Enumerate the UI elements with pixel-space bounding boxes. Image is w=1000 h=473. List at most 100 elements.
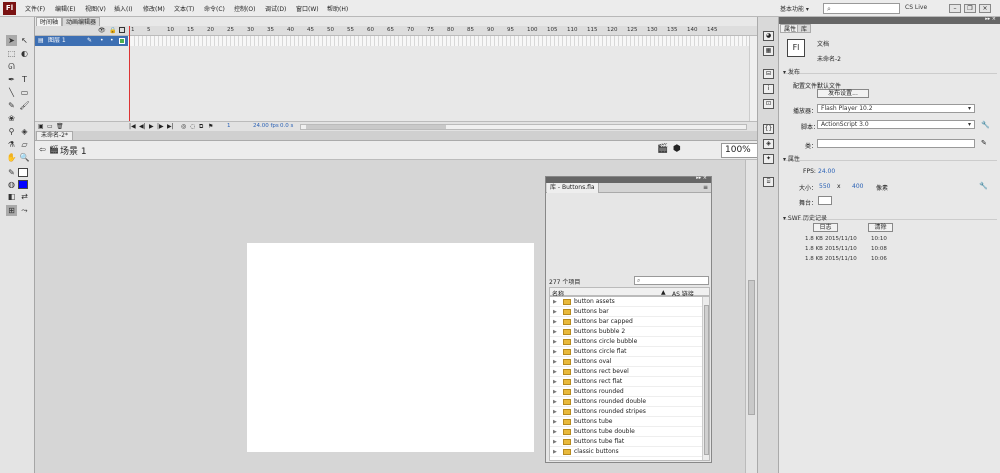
library-item[interactable]: ▶ buttons bar capped (550, 317, 702, 327)
pen-tool-icon[interactable]: ✒ (6, 74, 17, 85)
expand-arrow-icon[interactable]: ▶ (553, 407, 557, 417)
code-snippets-icon[interactable]: {} (763, 124, 774, 134)
subselection-tool-icon[interactable]: ↖ (19, 35, 30, 46)
library-tab[interactable]: 库 - Buttons.fla (547, 183, 599, 193)
history-panel-icon[interactable]: ⌸ (763, 177, 774, 187)
swatches-panel-icon[interactable]: ▦ (763, 46, 774, 56)
help-search-input[interactable]: ⌕ (823, 3, 900, 14)
document-tab[interactable]: 未命名-2* (36, 131, 73, 140)
onion-outline-icon[interactable]: ◌ (190, 123, 195, 130)
cs-live-button[interactable]: CS Live (905, 4, 927, 11)
expand-arrow-icon[interactable]: ▶ (553, 447, 557, 457)
library-item[interactable]: ▶ classic buttons (550, 447, 702, 457)
publish-section-header[interactable]: ▾ 发布 (783, 67, 997, 76)
swap-colors-icon[interactable]: ⇄ (19, 191, 30, 202)
restore-icon[interactable]: ❐ (964, 4, 976, 13)
edit-multiple-icon[interactable]: ⧉ (199, 123, 203, 131)
layer-name-cell[interactable]: ▤ 图层 1 ✎ • • (35, 36, 128, 46)
library-item[interactable]: ▶ buttons bubble 2 (550, 327, 702, 337)
elapsed-time[interactable]: 0.0 s (280, 123, 293, 129)
go-first-frame-icon[interactable]: |◀ (129, 123, 136, 130)
smooth-icon[interactable]: ⤳ (19, 205, 30, 216)
expand-arrow-icon[interactable]: ▶ (553, 377, 557, 387)
stage[interactable] (247, 243, 534, 452)
menu-modify[interactable]: 修改(M) (143, 4, 165, 13)
script-select[interactable]: ActionScript 3.0 ▾ (817, 120, 975, 129)
expand-arrow-icon[interactable]: ▶ (553, 397, 557, 407)
library-scrollbar[interactable] (702, 297, 709, 460)
expand-arrow-icon[interactable]: ▶ (553, 317, 557, 327)
timeline-vertical-scrollbar[interactable] (749, 36, 757, 121)
menu-control[interactable]: 控制(O) (234, 4, 255, 13)
edit-scene-icon[interactable]: 🎬 (657, 144, 668, 154)
tab-motion-editor[interactable]: 动画编辑器 (62, 17, 101, 26)
expand-arrow-icon[interactable]: ▶ (553, 367, 557, 377)
new-layer-icon[interactable]: ▣ (38, 123, 44, 130)
menu-insert[interactable]: 插入(I) (114, 4, 132, 13)
library-item[interactable]: ▶ buttons tube flat (550, 437, 702, 447)
line-tool-icon[interactable]: ╲ (6, 87, 17, 98)
onion-skin-icon[interactable]: ◎ (181, 123, 186, 130)
library-item[interactable]: ▶ buttons circle bubble (550, 337, 702, 347)
outline-icon[interactable] (119, 27, 125, 33)
go-last-frame-icon[interactable]: ▶| (167, 123, 174, 130)
swf-history-section-header[interactable]: ▾ SWF 历史记录 (783, 213, 997, 222)
eraser-tool-icon[interactable]: ▱ (19, 139, 30, 150)
menu-text[interactable]: 文本(T) (174, 4, 194, 13)
tab-library[interactable]: 库 (797, 24, 812, 33)
scrollbar-thumb[interactable] (306, 125, 446, 129)
deco-tool-icon[interactable]: ❀ (6, 113, 17, 124)
zoom-tool-icon[interactable]: 🔍 (19, 152, 30, 163)
edit-symbols-icon[interactable]: ⬢ (673, 144, 681, 154)
onion-markers-icon[interactable]: ⚑ (208, 123, 213, 130)
library-item[interactable]: ▶ buttons circle flat (550, 347, 702, 357)
clear-button[interactable]: 清除 (868, 223, 893, 232)
bone-tool-icon[interactable]: ⚲ (6, 126, 17, 137)
lock-icon[interactable]: 🔒 (109, 27, 116, 34)
step-forward-icon[interactable]: |▶ (157, 123, 164, 130)
expand-arrow-icon[interactable]: ▶ (553, 387, 557, 397)
transform-panel-icon[interactable]: ⊡ (763, 99, 774, 109)
brush-tool-icon[interactable]: 🖌 (19, 100, 30, 111)
height-value[interactable]: 400 (852, 183, 863, 190)
library-item[interactable]: ▶ button assets (550, 297, 702, 307)
expand-arrow-icon[interactable]: ▶ (553, 337, 557, 347)
library-item[interactable]: ▶ buttons rect bevel (550, 367, 702, 377)
fps-value[interactable]: 24.00 (818, 168, 835, 175)
step-back-icon[interactable]: ◀| (139, 123, 146, 130)
current-frame[interactable]: 1 (227, 123, 231, 129)
outline-color-swatch[interactable] (119, 38, 125, 44)
visible-dot[interactable]: • (100, 36, 104, 46)
menu-file[interactable]: 文件(F) (25, 4, 45, 13)
stage-vertical-scrollbar[interactable] (745, 160, 757, 473)
minimize-icon[interactable]: – (949, 4, 961, 13)
collapse-icon[interactable]: ▸▸ × (985, 16, 996, 22)
new-folder-icon[interactable]: ▭ (47, 123, 53, 130)
playhead[interactable] (129, 26, 130, 122)
frame-ruler[interactable]: 1 5 10 15 20 25 30 35 40 45 50 55 60 65 70 75 80 85 90 95 10… (129, 26, 749, 36)
menu-window[interactable]: 窗口(W) (296, 4, 319, 13)
frame-rate[interactable]: 24.00 fps (253, 123, 279, 129)
menu-commands[interactable]: 命令(C) (204, 4, 225, 13)
close-icon[interactable]: × (979, 4, 991, 13)
stage-scrollbar-thumb[interactable] (748, 280, 755, 415)
pencil-icon[interactable]: ✎ (981, 139, 987, 147)
snap-to-objects-icon[interactable]: ⊞ (6, 205, 17, 216)
black-white-icon[interactable]: ◧ (6, 191, 17, 202)
expand-arrow-icon[interactable]: ▶ (553, 427, 557, 437)
expand-arrow-icon[interactable]: ▶ (553, 307, 557, 317)
lasso-tool-icon[interactable]: ᘏ (6, 61, 17, 72)
eyedropper-tool-icon[interactable]: ⚗ (6, 139, 17, 150)
log-button[interactable]: 日志 (813, 223, 838, 232)
align-panel-icon[interactable]: ⊟ (763, 69, 774, 79)
motion-presets-icon[interactable]: ✦ (763, 154, 774, 164)
library-search-input[interactable]: ⌕ (634, 276, 709, 285)
free-transform-tool-icon[interactable]: ⬚ (6, 48, 17, 59)
text-tool-icon[interactable]: T (19, 74, 30, 85)
fill-color-swatch[interactable] (18, 180, 28, 189)
show-hide-icon[interactable]: 👁 (98, 27, 106, 34)
width-value[interactable]: 550 (819, 183, 830, 190)
library-item[interactable]: ▶ buttons tube (550, 417, 702, 427)
color-panel-icon[interactable]: ◕ (763, 31, 774, 41)
lock-dot[interactable]: • (110, 36, 114, 46)
